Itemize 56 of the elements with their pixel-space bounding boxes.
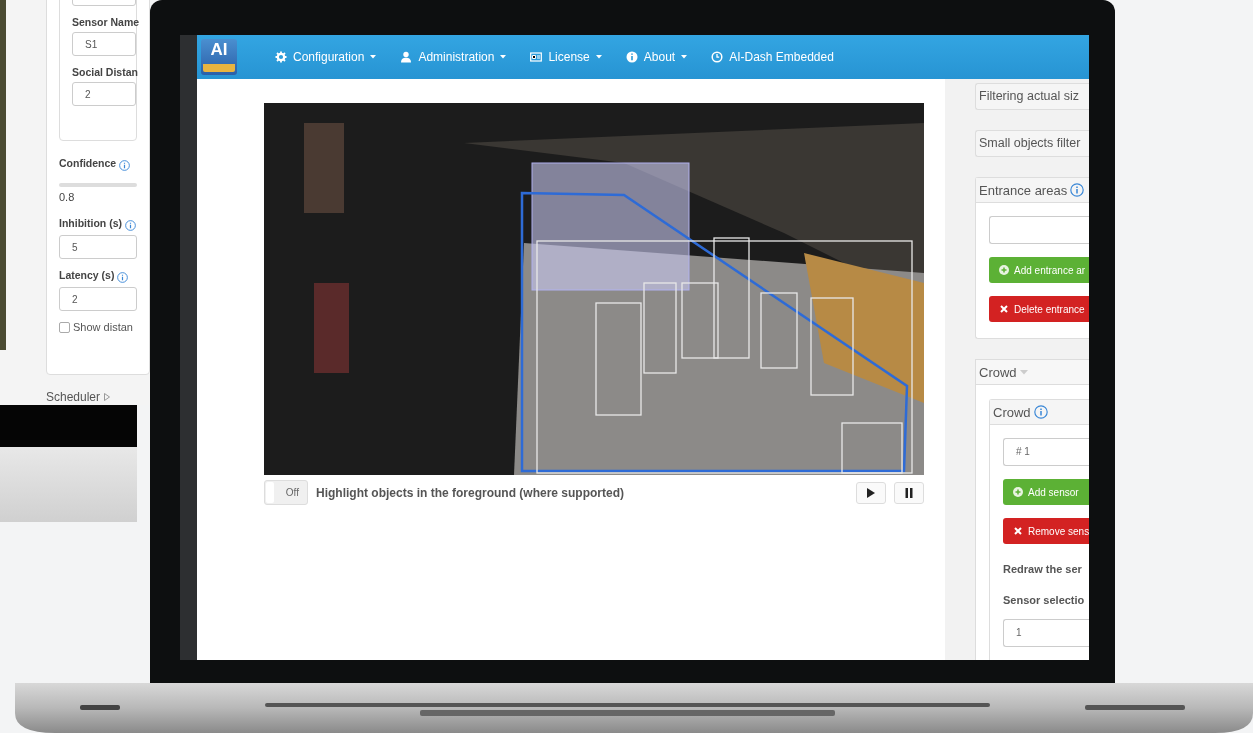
toggle-switch[interactable]: Off bbox=[264, 480, 308, 505]
text-field[interactable]: 2 bbox=[72, 82, 136, 106]
info-icon[interactable] bbox=[1070, 183, 1085, 197]
nav-menu[interactable]: License bbox=[530, 50, 602, 64]
delete-button[interactable]: Delete entrance bbox=[989, 296, 1089, 322]
text-field[interactable] bbox=[989, 216, 1089, 244]
text-field[interactable]: # 1 bbox=[1003, 438, 1089, 466]
info-icon[interactable] bbox=[125, 219, 136, 231]
info-icon[interactable] bbox=[1033, 405, 1048, 419]
caret-icon bbox=[1019, 369, 1028, 375]
nav-menu[interactable]: Configuration bbox=[275, 50, 377, 64]
info-icon[interactable] bbox=[119, 159, 131, 171]
panel-title: Entrance areas bbox=[979, 182, 1068, 198]
caret-icon bbox=[500, 55, 507, 59]
play-button[interactable] bbox=[856, 481, 886, 504]
gear-icon bbox=[275, 51, 287, 63]
nav-menu[interactable]: AI-Dash Embedded bbox=[711, 50, 834, 64]
text-field[interactable]: 1 bbox=[1003, 619, 1089, 647]
caret-icon bbox=[370, 55, 377, 59]
toggle-label: Highlight objects in the foreground (where supported) bbox=[316, 485, 624, 500]
panel-header[interactable]: Filtering actual siz bbox=[975, 83, 1089, 110]
nav-menu[interactable]: Administration bbox=[400, 50, 507, 64]
panel-header[interactable]: Small objects filter bbox=[975, 130, 1089, 157]
clock-icon bbox=[711, 51, 724, 63]
checkbox-label: Show distan bbox=[73, 321, 133, 333]
id-card-icon bbox=[530, 51, 543, 63]
play-icon bbox=[867, 487, 875, 498]
field-label: Redraw the ser bbox=[1003, 563, 1083, 575]
info-icon bbox=[625, 51, 638, 63]
user-icon bbox=[400, 51, 413, 63]
close-icon bbox=[999, 304, 1009, 314]
caret-icon bbox=[104, 393, 111, 401]
pause-icon bbox=[905, 487, 913, 498]
field-label: Social Distan bbox=[72, 66, 136, 78]
plus-icon bbox=[999, 265, 1009, 275]
panel-title: Crowd bbox=[993, 404, 1031, 420]
field-label: Confidence bbox=[59, 157, 117, 169]
close-icon bbox=[1013, 526, 1023, 536]
section-header[interactable]: Scheduler bbox=[46, 390, 101, 404]
field-label: Inhibition (s) bbox=[59, 217, 122, 229]
pause-button[interactable] bbox=[894, 481, 924, 504]
text-field[interactable]: 5 bbox=[59, 235, 137, 259]
info-icon[interactable] bbox=[117, 271, 129, 283]
caret-icon bbox=[595, 55, 602, 59]
plus-icon bbox=[1013, 487, 1023, 497]
field-label: Sensor selectio bbox=[1003, 594, 1086, 606]
checkbox[interactable] bbox=[59, 321, 70, 333]
text-field[interactable]: S1 bbox=[72, 32, 136, 56]
nav-menu[interactable]: About bbox=[625, 50, 688, 64]
field-label: Latency (s) bbox=[59, 269, 115, 281]
delete-button[interactable]: Remove sens bbox=[1003, 518, 1089, 544]
caret-icon bbox=[681, 55, 688, 59]
value-text: 0.8 bbox=[59, 191, 76, 203]
app-logo[interactable]: AI bbox=[201, 39, 237, 75]
text-field[interactable]: 2 bbox=[59, 287, 137, 311]
slider-track[interactable] bbox=[59, 183, 137, 187]
